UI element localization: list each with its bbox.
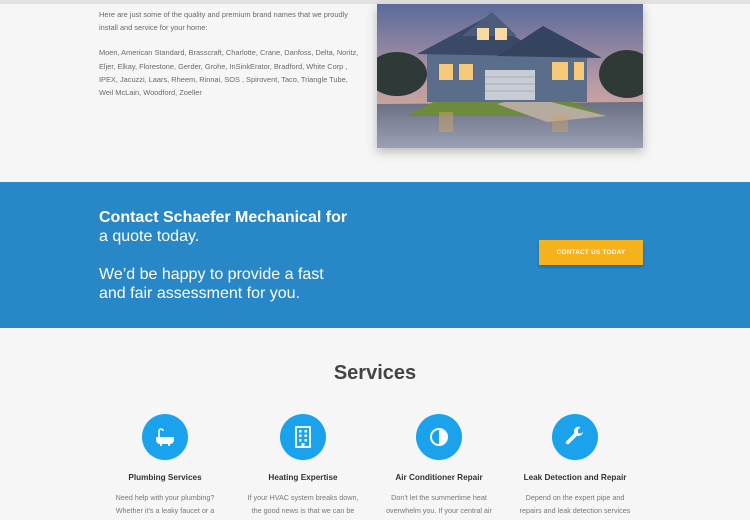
brands-section: Here are just some of the quality and pr…: [99, 8, 359, 111]
service-desc: Depend on the expert pipe and repairs an…: [519, 493, 631, 515]
service-desc: If your HVAC system breaks down, the goo…: [247, 493, 359, 515]
cta-line-1: Contact Schaefer Mechanical for: [99, 209, 348, 226]
service-leak-detection[interactable]: Leak Detection and Repair Depend on the …: [510, 414, 640, 517]
service-heating[interactable]: Heating Expertise If your HVAC system br…: [238, 414, 368, 517]
brands-list: Moen, American Standard, Brasscraft, Cha…: [99, 48, 359, 98]
service-desc: Don't let the summertime heat overwhelm …: [386, 493, 492, 515]
service-title: Leak Detection and Repair: [523, 473, 627, 482]
wrench-icon: [552, 414, 598, 460]
cta-line-2: a quote today.: [99, 228, 200, 245]
service-desc: Need help with your plumbing? Whether it…: [115, 493, 215, 515]
contact-us-button[interactable]: CONTACT US TODAY: [539, 240, 643, 265]
cta-banner: Contact Schaefer Mechanical for a quote …: [0, 182, 750, 328]
building-icon: [280, 414, 326, 460]
service-title: Heating Expertise: [268, 473, 338, 482]
cta-line-4: and fair assessment for you.: [99, 285, 300, 302]
cta-line-3: We’d be happy to provide a fast: [99, 266, 324, 283]
service-title: Air Conditioner Repair: [395, 473, 483, 482]
cta-text: Contact Schaefer Mechanical for a quote …: [99, 208, 379, 303]
service-air-conditioner[interactable]: Air Conditioner Repair Don't let the sum…: [374, 414, 504, 517]
house-photo: [377, 4, 643, 148]
services-title: Services: [333, 362, 417, 384]
bathtub-icon: [142, 414, 188, 460]
half-circle-icon: [416, 414, 462, 460]
service-plumbing[interactable]: Plumbing Services Need help with your pl…: [100, 414, 230, 517]
brands-intro: Here are just some of the quality and pr…: [99, 10, 348, 33]
house-illustration: [377, 4, 643, 148]
service-title: Plumbing Services: [128, 473, 202, 482]
